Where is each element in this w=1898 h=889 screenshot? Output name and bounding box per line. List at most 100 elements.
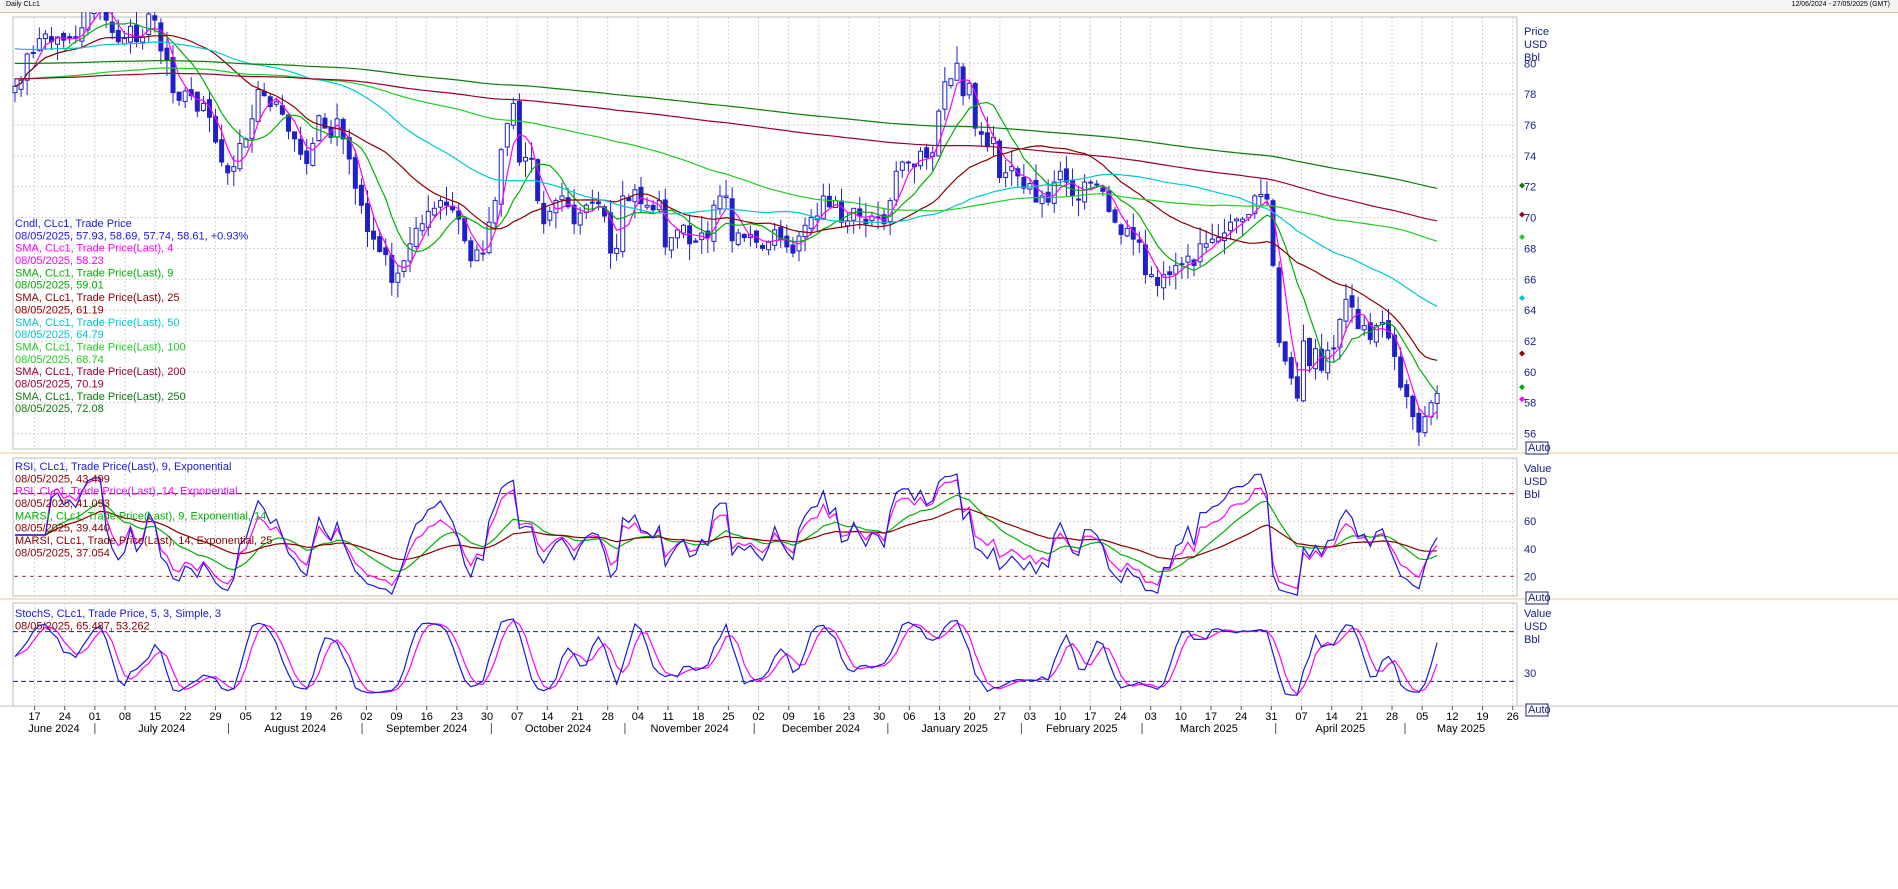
chart-canvas[interactable]: 56586062646668707274767880PriceUSDBblAut… xyxy=(0,12,1898,889)
month-label: September 2024 xyxy=(386,723,467,735)
candle-body xyxy=(802,224,808,238)
candle-body xyxy=(741,233,747,239)
price-legend-title: SMA, CLc1, Trade Price(Last), 9 xyxy=(15,267,173,279)
date-tick-label: 05 xyxy=(240,711,252,723)
rsi-auto-label: Auto xyxy=(1528,592,1551,604)
price-tick-label: 66 xyxy=(1524,274,1536,286)
rsi-tick-label: 40 xyxy=(1524,544,1536,556)
month-label: August 2024 xyxy=(264,723,326,735)
candle-body xyxy=(1264,193,1270,200)
rsi-legend-title: RSI, CLc1, Trade Price(Last), 9, Exponen… xyxy=(15,461,231,473)
candle-body xyxy=(152,15,158,21)
candle-body xyxy=(1343,298,1349,322)
candle-body xyxy=(480,252,486,255)
date-tick-label: 22 xyxy=(179,711,191,723)
candle-body xyxy=(826,195,832,208)
price-tick-label: 76 xyxy=(1524,120,1536,132)
candle-body xyxy=(371,230,377,240)
date-tick-label: 23 xyxy=(451,711,463,723)
price-tick-label: 68 xyxy=(1524,243,1536,255)
candle-body xyxy=(918,150,924,167)
candle-body xyxy=(899,161,905,171)
candle-body xyxy=(766,241,772,251)
candle-body xyxy=(36,38,42,51)
price-tick-label: 58 xyxy=(1524,398,1536,410)
candle-body xyxy=(723,195,729,199)
candle-body xyxy=(225,165,231,174)
rsi-tick-label: 60 xyxy=(1524,516,1536,528)
last-value-marker xyxy=(1519,350,1525,357)
candle-body xyxy=(352,157,358,189)
candle-body xyxy=(1136,239,1142,243)
candle-body xyxy=(419,223,425,232)
candle-body xyxy=(1088,181,1094,184)
date-tick-label: 24 xyxy=(59,711,71,723)
date-tick-label: 17 xyxy=(1084,711,1096,723)
candle-body xyxy=(717,195,723,210)
month-label: January 2025 xyxy=(921,723,988,735)
candle-body xyxy=(1057,170,1063,181)
candle-body xyxy=(176,91,182,101)
candle-body xyxy=(808,217,814,229)
price-legend-value: 08/05/2025, 61.19 xyxy=(15,304,104,316)
candle-body xyxy=(1185,255,1191,263)
candle-body xyxy=(395,272,401,283)
date-tick-label: 14 xyxy=(541,711,553,723)
candle-body xyxy=(942,81,948,110)
candle-body xyxy=(1209,238,1215,244)
candle-body xyxy=(1234,218,1240,222)
date-tick-label: 23 xyxy=(843,711,855,723)
candle-body xyxy=(12,85,18,94)
candle-body xyxy=(1112,209,1118,223)
date-tick-label: 30 xyxy=(873,711,885,723)
price-axis-unit: Bbl xyxy=(1524,52,1540,64)
month-label: April 2025 xyxy=(1316,723,1366,735)
candle-body xyxy=(316,115,322,142)
candle-body xyxy=(219,139,225,163)
month-label: November 2024 xyxy=(650,723,728,735)
date-tick-label: 25 xyxy=(722,711,734,723)
candle-body xyxy=(668,237,674,251)
candle-body xyxy=(401,260,407,272)
candle-body xyxy=(1355,308,1361,330)
candle-body xyxy=(790,244,796,254)
candle-body xyxy=(1410,395,1416,418)
price-legend-value: 08/05/2025, 58.23 xyxy=(15,255,104,267)
date-tick-label: 20 xyxy=(964,711,976,723)
candle-body xyxy=(620,195,626,253)
date-tick-label: 28 xyxy=(602,711,614,723)
candle-body xyxy=(1118,224,1124,236)
month-label: May 2025 xyxy=(1437,723,1485,735)
candle-body xyxy=(516,101,522,163)
candle-body xyxy=(1306,337,1312,367)
price-axis-unit: Price xyxy=(1524,26,1549,38)
candle-body xyxy=(42,33,48,40)
month-label: July 2024 xyxy=(138,723,185,735)
price-auto-label: Auto xyxy=(1528,442,1551,454)
candle-body xyxy=(595,201,601,205)
candle-body xyxy=(1082,181,1088,203)
date-tick-label: 04 xyxy=(632,711,644,723)
candle-body xyxy=(905,161,911,164)
last-value-marker xyxy=(1519,384,1525,391)
date-tick-label: 07 xyxy=(511,711,523,723)
candle-body xyxy=(407,243,413,262)
price-legend-value: 08/05/2025, 70.19 xyxy=(15,379,104,391)
rsi-axis-unit: Value xyxy=(1524,463,1551,475)
candle-body xyxy=(383,247,389,256)
price-legend-title: SMA, CLc1, Trade Price(Last), 50 xyxy=(15,317,179,329)
candle-body xyxy=(103,12,109,21)
candle-body xyxy=(285,114,291,132)
candle-body xyxy=(1124,227,1130,237)
price-tick-label: 74 xyxy=(1524,151,1536,163)
date-tick-label: 19 xyxy=(1476,711,1488,723)
price-axis-unit: USD xyxy=(1524,39,1547,51)
candle-body xyxy=(936,110,942,157)
candle-body xyxy=(1203,243,1209,248)
month-label: October 2024 xyxy=(525,723,592,735)
candle-body xyxy=(1294,376,1300,399)
candle-body xyxy=(431,207,437,216)
candle-body xyxy=(292,131,298,140)
candle-body xyxy=(1094,183,1100,186)
price-legend-title: SMA, CLc1, Trade Price(Last), 100 xyxy=(15,342,186,354)
